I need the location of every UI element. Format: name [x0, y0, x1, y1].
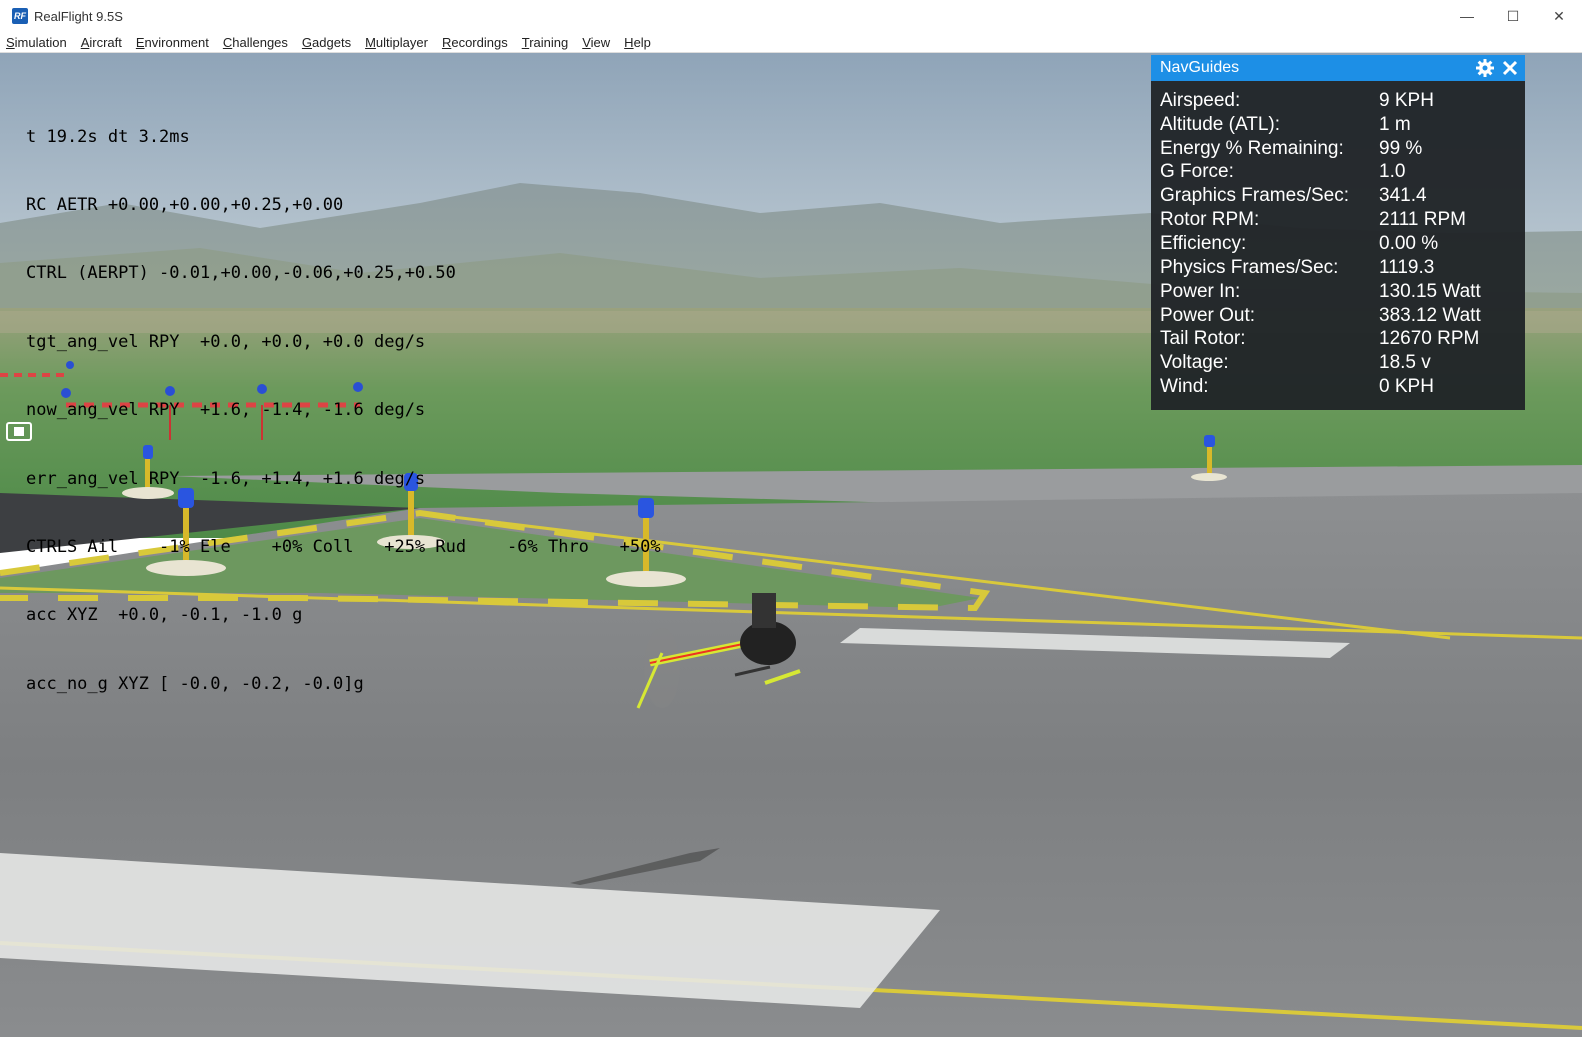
navguides-row-energy: Energy % Remaining: 99 %	[1160, 137, 1423, 159]
navguides-row-rotor-rpm: Rotor RPM: 2111 RPM	[1160, 209, 1466, 231]
navguides-row-wind: Wind: 0 KPH	[1160, 376, 1434, 398]
navguides-row-power-in: Power In: 130.15 Watt	[1160, 280, 1481, 302]
telemetry-line: acc_no_g XYZ [ -0.0, -0.2, -0.0]g	[26, 673, 364, 694]
settings-gear-icon[interactable]	[1475, 58, 1495, 78]
menu-help[interactable]: Help	[624, 35, 651, 50]
menu-challenges[interactable]: Challenges	[223, 35, 288, 50]
navguides-list: Airspeed: 9 KPH Altitude (ATL): 1 m Energy…	[1151, 81, 1525, 399]
navguides-row-efficiency: Efficiency: 0.00 %	[1160, 232, 1439, 254]
telemetry-line: t 19.2s dt 3.2ms	[26, 126, 190, 147]
maximize-button[interactable]: ☐	[1490, 0, 1536, 32]
menu-bar: Simulation Aircraft Environment Challeng…	[0, 32, 1582, 53]
menu-gadgets[interactable]: Gadgets	[302, 35, 351, 50]
navguides-row-power-out: Power Out: 383.12 Watt	[1160, 304, 1481, 326]
menu-environment[interactable]: Environment	[136, 35, 209, 50]
navguides-row-voltage: Voltage: 18.5 v	[1160, 352, 1431, 374]
window-title: RealFlight 9.5S	[34, 8, 123, 24]
menu-training[interactable]: Training	[522, 35, 569, 50]
navguides-row-graphics-fps: Graphics Frames/Sec: 341.4	[1160, 185, 1427, 207]
navguides-row-airspeed: Airspeed: 9 KPH	[1160, 89, 1434, 111]
navguides-header[interactable]: NavGuides	[1151, 55, 1525, 81]
telemetry-line: CTRLS Ail -1% Ele +0% Coll +25% Rud -6% …	[26, 536, 661, 557]
telemetry-line: err_ang_vel RPY -1.6, +1.4, +1.6 deg/s	[26, 468, 426, 489]
app-logo-icon: RF	[12, 8, 28, 24]
window-controls: — ☐ ✕	[1444, 0, 1582, 32]
menu-multiplayer[interactable]: Multiplayer	[365, 35, 428, 50]
navguides-row-gforce: G Force: 1.0	[1160, 161, 1406, 183]
telemetry-line: now_ang_vel RPY +1.6, -1.4, -1.6 deg/s	[26, 400, 426, 421]
menu-aircraft[interactable]: Aircraft	[81, 35, 122, 50]
close-window-button[interactable]: ✕	[1536, 0, 1582, 32]
close-icon[interactable]	[1500, 58, 1520, 78]
navguides-row-physics-fps: Physics Frames/Sec: 1119.3	[1160, 256, 1435, 278]
menu-recordings[interactable]: Recordings	[442, 35, 508, 50]
navguides-row-tail-rotor: Tail Rotor: 12670 RPM	[1160, 328, 1480, 350]
telemetry-line: CTRL (AERPT) -0.01,+0.00,-0.06,+0.25,+0.…	[26, 263, 456, 284]
menu-simulation[interactable]: Simulation	[6, 35, 67, 50]
menu-view[interactable]: View	[582, 35, 610, 50]
telemetry-line: RC AETR +0.00,+0.00,+0.25,+0.00	[26, 194, 344, 215]
window-title-bar: RF RealFlight 9.5S — ☐ ✕	[0, 0, 1582, 32]
minimize-button[interactable]: —	[1444, 0, 1490, 32]
navguides-panel: NavGuides Airspeed: 9 KPH Altitude (ATL):…	[1151, 55, 1525, 410]
navguides-row-altitude: Altitude (ATL): 1 m	[1160, 113, 1411, 135]
navguides-title: NavGuides	[1160, 59, 1240, 76]
telemetry-line: tgt_ang_vel RPY +0.0, +0.0, +0.0 deg/s	[26, 331, 426, 352]
telemetry-line: acc XYZ +0.0, -0.1, -1.0 g	[26, 605, 303, 626]
telemetry-overlay: t 19.2s dt 3.2ms RC AETR +0.00,+0.00,+0.…	[26, 80, 661, 718]
